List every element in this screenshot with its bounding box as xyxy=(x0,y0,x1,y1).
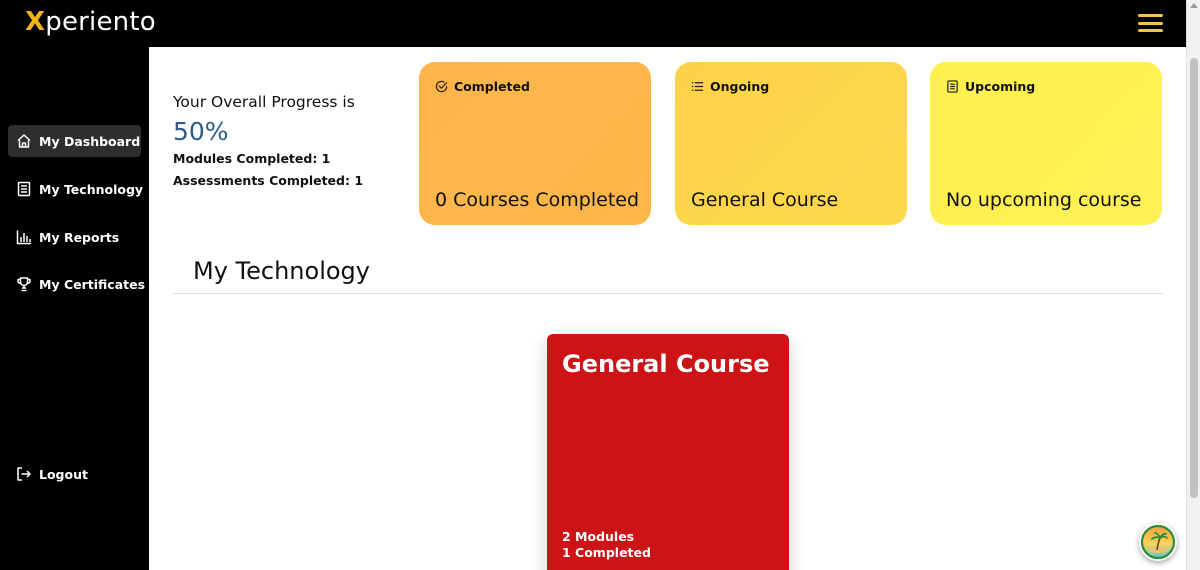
course-title: General Course xyxy=(562,350,770,378)
beach-avatar-icon[interactable] xyxy=(1139,523,1177,561)
sidebar-item-reports[interactable]: My Reports xyxy=(8,221,141,253)
section-divider xyxy=(173,293,1163,294)
course-meta: 2 Modules 1 Completed xyxy=(562,529,651,561)
upcoming-label: Upcoming xyxy=(965,79,1036,94)
main-content: Your Overall Progress is 50% Modules Com… xyxy=(149,47,1186,570)
logout-label: Logout xyxy=(39,466,88,482)
sidebar-item-certificates[interactable]: My Certificates xyxy=(8,268,145,300)
completed-value: 0 Courses Completed xyxy=(435,189,640,211)
home-icon xyxy=(16,133,32,149)
sidebar-item-label: My Reports xyxy=(39,229,120,245)
section-title: My Technology xyxy=(193,257,370,285)
ongoing-label: Ongoing xyxy=(710,79,770,94)
app-logo[interactable]: Xperiento xyxy=(25,7,156,37)
logout-button[interactable]: Logout xyxy=(8,458,141,490)
sidebar-item-dashboard[interactable]: My Dashboard xyxy=(8,125,141,157)
sidebar-item-label: My Dashboard xyxy=(39,133,141,149)
page-scrollbar[interactable] xyxy=(1186,0,1200,570)
sidebar-item-label: My Certificates xyxy=(39,276,146,292)
completed-label: Completed xyxy=(454,79,530,94)
document-icon xyxy=(16,181,32,197)
sidebar-item-label: My Technology xyxy=(39,181,144,197)
hamburger-menu-icon[interactable] xyxy=(1138,14,1163,32)
sidebar-item-technology[interactable]: My Technology xyxy=(8,173,144,205)
course-card[interactable]: General Course 2 Modules 1 Completed xyxy=(547,334,789,570)
course-modules: 2 Modules xyxy=(562,529,635,544)
ongoing-card[interactable]: Ongoing General Course xyxy=(675,62,907,225)
upcoming-value: No upcoming course xyxy=(946,189,1142,211)
scrollbar-thumb[interactable] xyxy=(1190,58,1198,498)
course-completed: 1 Completed xyxy=(562,545,651,560)
assessments-completed: Assessments Completed: 1 xyxy=(173,173,364,188)
overall-progress: Your Overall Progress is 50% Modules Com… xyxy=(173,93,363,188)
trophy-icon xyxy=(16,276,32,292)
top-bar: Xperiento xyxy=(0,0,1186,47)
scroll-up-arrow-icon[interactable] xyxy=(1190,3,1198,8)
list-icon xyxy=(691,80,704,93)
modules-completed: Modules Completed: 1 xyxy=(173,151,331,166)
notes-icon xyxy=(946,80,959,93)
progress-heading: Your Overall Progress is xyxy=(173,93,355,111)
progress-percent: 50% xyxy=(173,117,229,146)
sidebar: My Dashboard My Technology My Reports My… xyxy=(0,47,149,570)
completed-card[interactable]: Completed 0 Courses Completed xyxy=(419,62,651,225)
bar-chart-icon xyxy=(16,229,32,245)
ongoing-value: General Course xyxy=(691,189,839,211)
upcoming-card[interactable]: Upcoming No upcoming course xyxy=(930,62,1162,225)
logout-icon xyxy=(16,466,32,482)
check-circle-icon xyxy=(435,80,448,93)
